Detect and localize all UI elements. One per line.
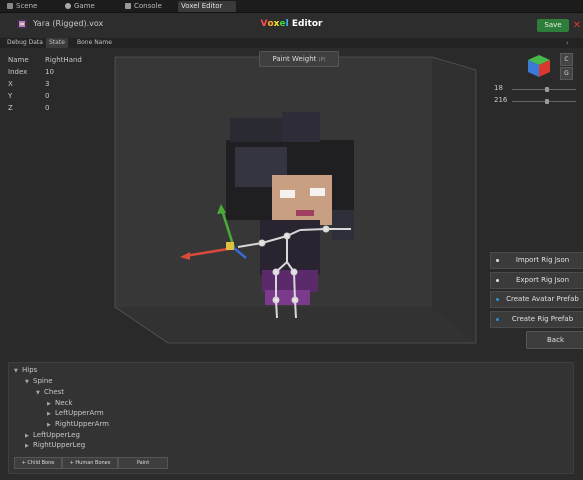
tab-console[interactable]: Console xyxy=(122,1,165,12)
tree-node-label: RightUpperLeg xyxy=(33,441,86,449)
info-index-value: 10 xyxy=(45,68,54,76)
collapse-arrow-icon[interactable]: ▶ xyxy=(47,401,55,407)
create-rig-prefab-label: Create Rig Prefab xyxy=(511,315,574,323)
title-letter: V xyxy=(260,19,268,29)
tab-debug-data[interactable]: Debug Data xyxy=(4,38,46,48)
collapse-arrow-icon[interactable]: ▶ xyxy=(25,433,33,439)
g-button[interactable]: G xyxy=(560,67,573,80)
debug-tab-bar: Debug Data State Bone Name › xyxy=(0,38,583,48)
expand-arrow-icon[interactable]: ▼ xyxy=(36,390,44,396)
info-index-label: Index xyxy=(8,68,28,76)
tab-bone-name[interactable]: Bone Name xyxy=(74,38,115,48)
slider-1-track[interactable] xyxy=(512,89,576,90)
tab-voxel-editor[interactable]: Voxel Editor xyxy=(178,1,236,12)
tab-scene[interactable]: Scene xyxy=(4,1,40,12)
collapse-arrow-icon[interactable]: ▶ xyxy=(25,443,33,449)
info-name-label: Name xyxy=(8,56,29,64)
tree-node-left-upper-leg[interactable]: ▶ LeftUpperLeg xyxy=(25,431,80,439)
collapse-arrow-icon[interactable]: ▶ xyxy=(47,422,55,428)
add-child-bone-button[interactable]: + Child Bone xyxy=(14,457,62,469)
bullet-icon xyxy=(496,259,499,262)
tab-game-label: Game xyxy=(74,2,95,10)
info-y-label: Y xyxy=(8,92,13,100)
paint-weight-button[interactable]: Paint Weight (P) xyxy=(259,51,339,67)
slider-2-value: 216 xyxy=(494,96,508,104)
info-z-label: Z xyxy=(8,104,13,112)
tab-voxel-editor-label: Voxel Editor xyxy=(181,2,223,10)
editor-tab-bar: Scene Game Console Voxel Editor xyxy=(0,0,583,13)
scene-icon xyxy=(7,3,13,9)
paint-weight-shortcut: (P) xyxy=(318,57,326,63)
chevron-right-icon[interactable]: › xyxy=(566,38,569,48)
add-human-bones-button[interactable]: + Human Bones xyxy=(62,457,118,469)
import-rig-json-button[interactable]: Import Rig Json xyxy=(490,252,583,269)
tree-node-hips[interactable]: ▼ Hips xyxy=(14,366,37,374)
create-rig-prefab-button[interactable]: Create Rig Prefab xyxy=(490,311,583,328)
tree-node-label: Spine xyxy=(33,377,53,385)
slider-2-track[interactable] xyxy=(512,101,576,102)
slider-1-thumb[interactable] xyxy=(545,87,550,92)
tab-console-label: Console xyxy=(134,2,162,10)
c-button[interactable]: C xyxy=(560,53,573,66)
game-icon xyxy=(65,3,71,9)
tree-node-label: Hips xyxy=(22,366,38,374)
tree-node-label: LeftUpperLeg xyxy=(33,431,80,439)
tree-node-right-upper-leg[interactable]: ▶ RightUpperLeg xyxy=(25,441,85,449)
create-avatar-prefab-button[interactable]: Create Avatar Prefab xyxy=(490,291,583,308)
expand-arrow-icon[interactable]: ▼ xyxy=(25,379,33,385)
tree-node-neck[interactable]: ▶ Neck xyxy=(47,399,72,407)
export-rig-json-label: Export Rig Json xyxy=(515,276,570,284)
tree-node-label: LeftUpperArm xyxy=(55,409,104,417)
tab-state[interactable]: State xyxy=(46,38,68,48)
expand-arrow-icon[interactable]: ▼ xyxy=(14,368,22,374)
info-z-value: 0 xyxy=(45,104,50,112)
close-icon[interactable]: ✕ xyxy=(571,19,583,32)
bullet-icon xyxy=(496,298,499,301)
tree-node-label: RightUpperArm xyxy=(55,420,109,428)
bullet-icon xyxy=(496,318,499,321)
collapse-arrow-icon[interactable]: ▶ xyxy=(47,411,55,417)
tree-node-left-upper-arm[interactable]: ▶ LeftUpperArm xyxy=(47,409,104,417)
tree-node-label: Chest xyxy=(44,388,65,396)
tab-game[interactable]: Game xyxy=(62,1,98,12)
info-x-value: 3 xyxy=(45,80,50,88)
tree-node-spine[interactable]: ▼ Spine xyxy=(25,377,53,385)
bullet-icon xyxy=(496,279,499,282)
paint-weight-label: Paint Weight xyxy=(272,55,317,63)
info-y-value: 0 xyxy=(45,92,50,100)
info-x-label: X xyxy=(8,80,13,88)
export-rig-json-button[interactable]: Export Rig Json xyxy=(490,272,583,289)
paint-button[interactable]: Paint xyxy=(118,457,168,469)
slider-1-value: 18 xyxy=(494,84,503,92)
title-letter: r xyxy=(318,19,323,29)
import-rig-json-label: Import Rig Json xyxy=(515,256,570,264)
save-button[interactable]: Save xyxy=(537,19,569,32)
create-avatar-prefab-label: Create Avatar Prefab xyxy=(506,295,579,303)
tree-node-chest[interactable]: ▼ Chest xyxy=(36,388,64,396)
slider-2-thumb[interactable] xyxy=(545,99,550,104)
back-button[interactable]: Back xyxy=(526,331,583,349)
editor-title: Voxel Editor xyxy=(0,19,583,29)
tab-scene-label: Scene xyxy=(16,2,38,10)
tree-node-right-upper-arm[interactable]: ▶ RightUpperArm xyxy=(47,420,109,428)
orientation-cube-icon[interactable] xyxy=(527,54,551,78)
info-name-value: RightHand xyxy=(45,56,82,64)
tree-node-label: Neck xyxy=(55,399,73,407)
console-icon xyxy=(125,3,131,9)
